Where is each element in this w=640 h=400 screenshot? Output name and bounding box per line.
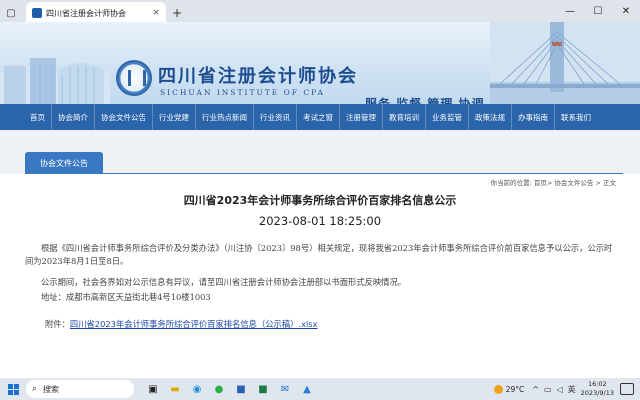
- section-divider: [25, 173, 623, 174]
- nav-training[interactable]: 教育培训: [383, 104, 426, 130]
- org-name-cn: 四川省注册会计师协会: [158, 66, 358, 87]
- file-explorer-icon[interactable]: ▬: [164, 378, 186, 400]
- word-icon[interactable]: ■: [230, 378, 252, 400]
- taskbar-search[interactable]: ⌕ 搜索: [26, 380, 134, 398]
- attachment-link[interactable]: 四川省2023年会计师事务所综合评价百家排名信息（公示稿）.xlsx: [70, 319, 318, 329]
- cpa-logo-icon: [116, 60, 152, 96]
- clock[interactable]: 16:02 2023/9/13: [581, 380, 614, 398]
- windows-taskbar: ⌕ 搜索 ▣ ▬ ◉ ● ■ ■ ✉ ▲ 29°C ^ ▭ ◁ 英 16:02 …: [0, 378, 640, 400]
- attachment-row: 附件：四川省2023年会计师事务所综合评价百家排名信息（公示稿）.xlsx: [45, 318, 318, 330]
- nav-supervision[interactable]: 业务监管: [426, 104, 469, 130]
- site-favicon-icon: [32, 8, 42, 18]
- photos-icon[interactable]: ▲: [296, 378, 318, 400]
- nav-home[interactable]: 首页: [24, 104, 52, 130]
- search-label: 搜索: [43, 384, 60, 394]
- article-datetime: 2023-08-01 18:25:00: [258, 214, 382, 228]
- temperature: 29°C: [505, 384, 525, 394]
- slogan: 服务 监督 管理 协调: [365, 97, 485, 104]
- breadcrumb: 你当前的位置: 首页> 协会文件公告 > 正文: [490, 179, 616, 187]
- volume-icon[interactable]: ◁: [557, 385, 563, 394]
- nav-exams[interactable]: 考试之窗: [297, 104, 340, 130]
- excel-icon[interactable]: ■: [252, 378, 274, 400]
- article-paragraph-3: 地址：成都市高新区天益街北巷4号10楼1003: [41, 292, 211, 302]
- wechat-icon[interactable]: ●: [208, 378, 230, 400]
- main-nav: 首页 协会简介 协会文件公告 行业党建 行业热点新闻 行业资讯 考试之窗 注册管…: [0, 104, 640, 130]
- attachment-label: 附件：: [45, 319, 70, 329]
- tab-close-icon[interactable]: ×: [152, 8, 160, 18]
- nav-party-building[interactable]: 行业党建: [153, 104, 196, 130]
- chevron-up-icon[interactable]: ^: [532, 385, 539, 394]
- task-view-icon[interactable]: ▣: [142, 378, 164, 400]
- ime-icon[interactable]: 英: [568, 384, 576, 395]
- nav-notices[interactable]: 协会文件公告: [95, 104, 153, 130]
- tower-illustration: [490, 22, 640, 104]
- section-tab[interactable]: 协会文件公告: [25, 152, 103, 174]
- minimize-button[interactable]: —: [556, 0, 584, 22]
- nav-contact[interactable]: 联系我们: [555, 104, 597, 130]
- network-icon[interactable]: ▭: [544, 385, 552, 394]
- nav-registration[interactable]: 注册管理: [340, 104, 383, 130]
- clock-time: 16:02: [587, 380, 607, 388]
- mail-icon[interactable]: ✉: [274, 378, 296, 400]
- search-icon: ⌕: [32, 384, 38, 394]
- nav-guide[interactable]: 办事指南: [512, 104, 555, 130]
- org-name-en: SICHUAN INSTITUTE OF CPA: [160, 88, 325, 97]
- maximize-button[interactable]: ☐: [584, 0, 612, 22]
- system-tray: 29°C ^ ▭ ◁ 英 16:02 2023/9/13: [493, 378, 640, 400]
- window-controls: — ☐ ✕: [556, 0, 640, 22]
- weather-widget[interactable]: 29°C: [493, 384, 525, 394]
- sun-icon: [493, 384, 503, 394]
- nav-policies[interactable]: 政策法规: [469, 104, 512, 130]
- article-title: 四川省2023年会计师事务所综合评价百家排名信息公示: [183, 194, 457, 207]
- notifications-icon[interactable]: [620, 383, 634, 395]
- tab-title: 四川省注册会计师协会: [46, 8, 126, 18]
- close-window-button[interactable]: ✕: [612, 0, 640, 22]
- nav-hot-news[interactable]: 行业热点新闻: [196, 104, 254, 130]
- new-tab-button[interactable]: +: [172, 2, 182, 24]
- windows-logo-icon: [7, 383, 19, 395]
- site-header-banner: 四川省注册会计师协会 SICHUAN INSTITUTE OF CPA 服务 监…: [0, 22, 640, 104]
- pinned-apps: ▣ ▬ ◉ ● ■ ■ ✉ ▲: [142, 378, 318, 400]
- nav-about[interactable]: 协会简介: [52, 104, 95, 130]
- buildings-illustration: [0, 58, 110, 104]
- browser-tab-bar: ▢ 四川省注册会计师协会 × + — ☐ ✕: [0, 0, 640, 24]
- browser-tab[interactable]: 四川省注册会计师协会 ×: [26, 2, 166, 24]
- article-paragraph-1: 根据《四川省会计师事务所综合评价及分类办法》（川注协〔2023〕98号）相关规定…: [25, 243, 613, 266]
- article-paragraph-2: 公示期间，社会各界如对公示信息有异议，请至四川省注册会计师协会注册部以书面形式反…: [41, 277, 407, 287]
- tab-actions-icon[interactable]: ▢: [0, 2, 22, 24]
- clock-date: 2023/9/13: [580, 389, 614, 397]
- edge-browser-icon[interactable]: ◉: [186, 378, 208, 400]
- main-content: 协会文件公告 你当前的位置: 首页> 协会文件公告 > 正文 四川省2023年会…: [0, 130, 640, 378]
- nav-industry-info[interactable]: 行业资讯: [254, 104, 297, 130]
- start-button[interactable]: [0, 378, 26, 400]
